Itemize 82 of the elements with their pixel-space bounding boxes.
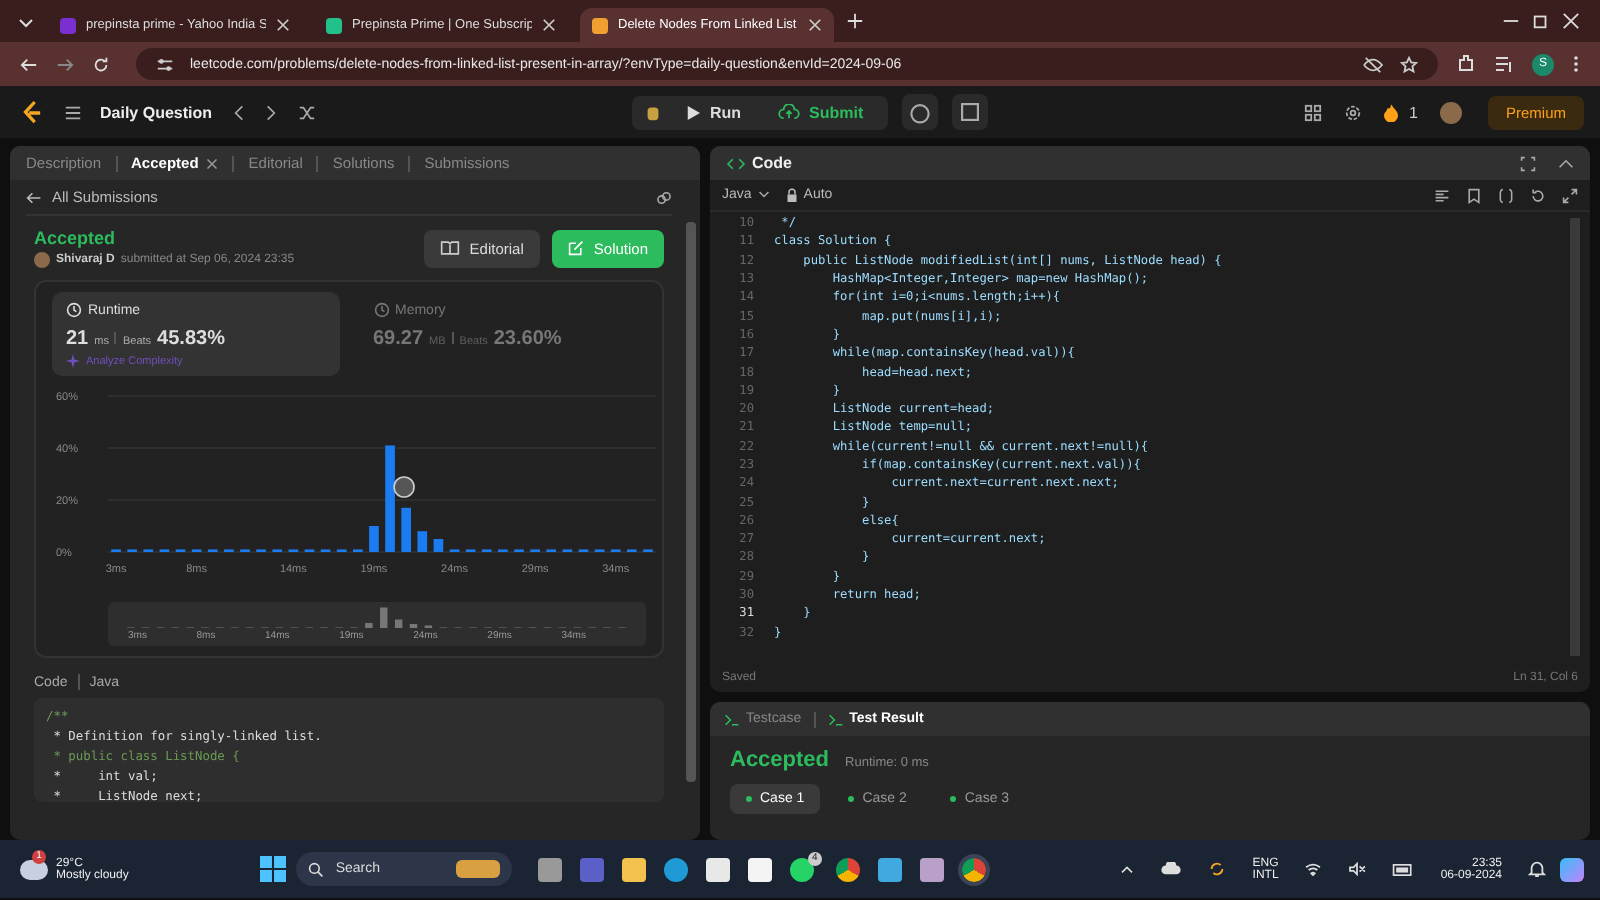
- flame-icon[interactable]: [1383, 103, 1398, 121]
- start-icon[interactable]: [259, 856, 286, 882]
- reload-icon[interactable]: [92, 55, 110, 73]
- weather-cloud-icon[interactable]: [20, 859, 48, 879]
- search-icon: [307, 861, 324, 877]
- cloud-icon[interactable]: [1160, 862, 1183, 876]
- histogram-bar: [433, 539, 444, 552]
- chevron-down-icon: [757, 190, 770, 200]
- star-icon[interactable]: [1400, 55, 1418, 73]
- browser-icon[interactable]: [961, 857, 986, 881]
- site-info-icon: [156, 55, 174, 73]
- sparkle-icon: [66, 354, 80, 368]
- back-arrow-icon: [26, 189, 42, 205]
- problem-list-title[interactable]: Daily Question: [100, 103, 213, 121]
- beats-value: 45.83%: [157, 328, 225, 350]
- eye-off-icon[interactable]: [1362, 55, 1384, 73]
- extensions-icon[interactable]: [1456, 54, 1476, 74]
- previous-icon[interactable]: [234, 103, 245, 121]
- user-avatar[interactable]: [1439, 101, 1462, 123]
- status-dot-icon: [950, 796, 957, 802]
- maximize-icon[interactable]: [1520, 155, 1536, 171]
- histogram-bar: [369, 526, 379, 552]
- reset-icon[interactable]: [1530, 187, 1546, 203]
- sync-icon[interactable]: [1208, 860, 1227, 878]
- stat-value: 21: [66, 328, 89, 350]
- streak-count: 1: [1409, 103, 1418, 121]
- user-avatar: [393, 476, 415, 498]
- settings-icon[interactable]: [1343, 103, 1362, 121]
- clock-icon: [373, 302, 389, 318]
- wifi-icon[interactable]: [1304, 862, 1323, 876]
- list-icon[interactable]: [64, 103, 82, 121]
- bookmark-icon[interactable]: [1466, 187, 1482, 203]
- search-highlight-drawing: [455, 860, 500, 878]
- forward-arrow-icon[interactable]: [56, 55, 74, 73]
- more-icon[interactable]: [1572, 54, 1580, 74]
- shuffle-icon[interactable]: [298, 103, 317, 121]
- expand-icon[interactable]: [1562, 187, 1578, 203]
- new-tab-icon[interactable]: [846, 12, 864, 30]
- clock-icon: [66, 302, 82, 318]
- cloud-upload-icon: [777, 104, 799, 120]
- mute-icon[interactable]: [1348, 862, 1367, 876]
- submission-status: Accepted: [34, 228, 118, 248]
- terminal-icon: [827, 711, 844, 727]
- scrollbar[interactable]: [686, 222, 696, 782]
- histogram-bar: [385, 445, 395, 552]
- play-icon: [685, 105, 700, 119]
- status-dot-icon: [848, 796, 855, 802]
- submit-button[interactable]: Submit: [765, 99, 876, 125]
- logo-icon[interactable]: [20, 99, 42, 125]
- grid-icon[interactable]: [1303, 103, 1322, 121]
- status-dot-icon: [746, 796, 752, 802]
- link-icon[interactable]: [656, 189, 672, 205]
- user-avatar: [34, 252, 50, 268]
- close-icon[interactable]: [542, 18, 556, 32]
- book-icon: [439, 240, 460, 256]
- result-status: Accepted: [730, 748, 830, 772]
- browser-icon[interactable]: [835, 857, 860, 881]
- media-icon[interactable]: [1494, 54, 1514, 74]
- bell-icon[interactable]: [1528, 860, 1547, 878]
- battery-icon[interactable]: [1392, 863, 1415, 875]
- edit-icon: [567, 240, 584, 256]
- collapse-icon[interactable]: [1558, 155, 1574, 171]
- run-button[interactable]: Run: [673, 99, 753, 125]
- histogram-bar: [417, 531, 428, 552]
- braces-icon[interactable]: [1498, 187, 1514, 203]
- beats-value: 23.60%: [493, 328, 562, 350]
- close-icon[interactable]: [808, 18, 822, 32]
- scrollbar[interactable]: [1570, 218, 1580, 656]
- terminal-icon: [724, 711, 740, 727]
- restore-icon[interactable]: [1532, 12, 1550, 30]
- format-icon[interactable]: [1434, 187, 1450, 203]
- back-arrow-icon[interactable]: [20, 55, 38, 73]
- close-icon[interactable]: [206, 157, 219, 169]
- close-icon[interactable]: [276, 18, 290, 32]
- stat-value: 69.27: [373, 328, 424, 350]
- panel-title: Code: [752, 154, 792, 172]
- chevron-up-icon[interactable]: [1120, 864, 1135, 874]
- histogram-bar: [401, 507, 411, 552]
- lock-icon: [785, 187, 798, 203]
- code-icon: [726, 155, 746, 171]
- chat-app-icon[interactable]: [789, 857, 814, 881]
- next-icon[interactable]: [266, 103, 277, 121]
